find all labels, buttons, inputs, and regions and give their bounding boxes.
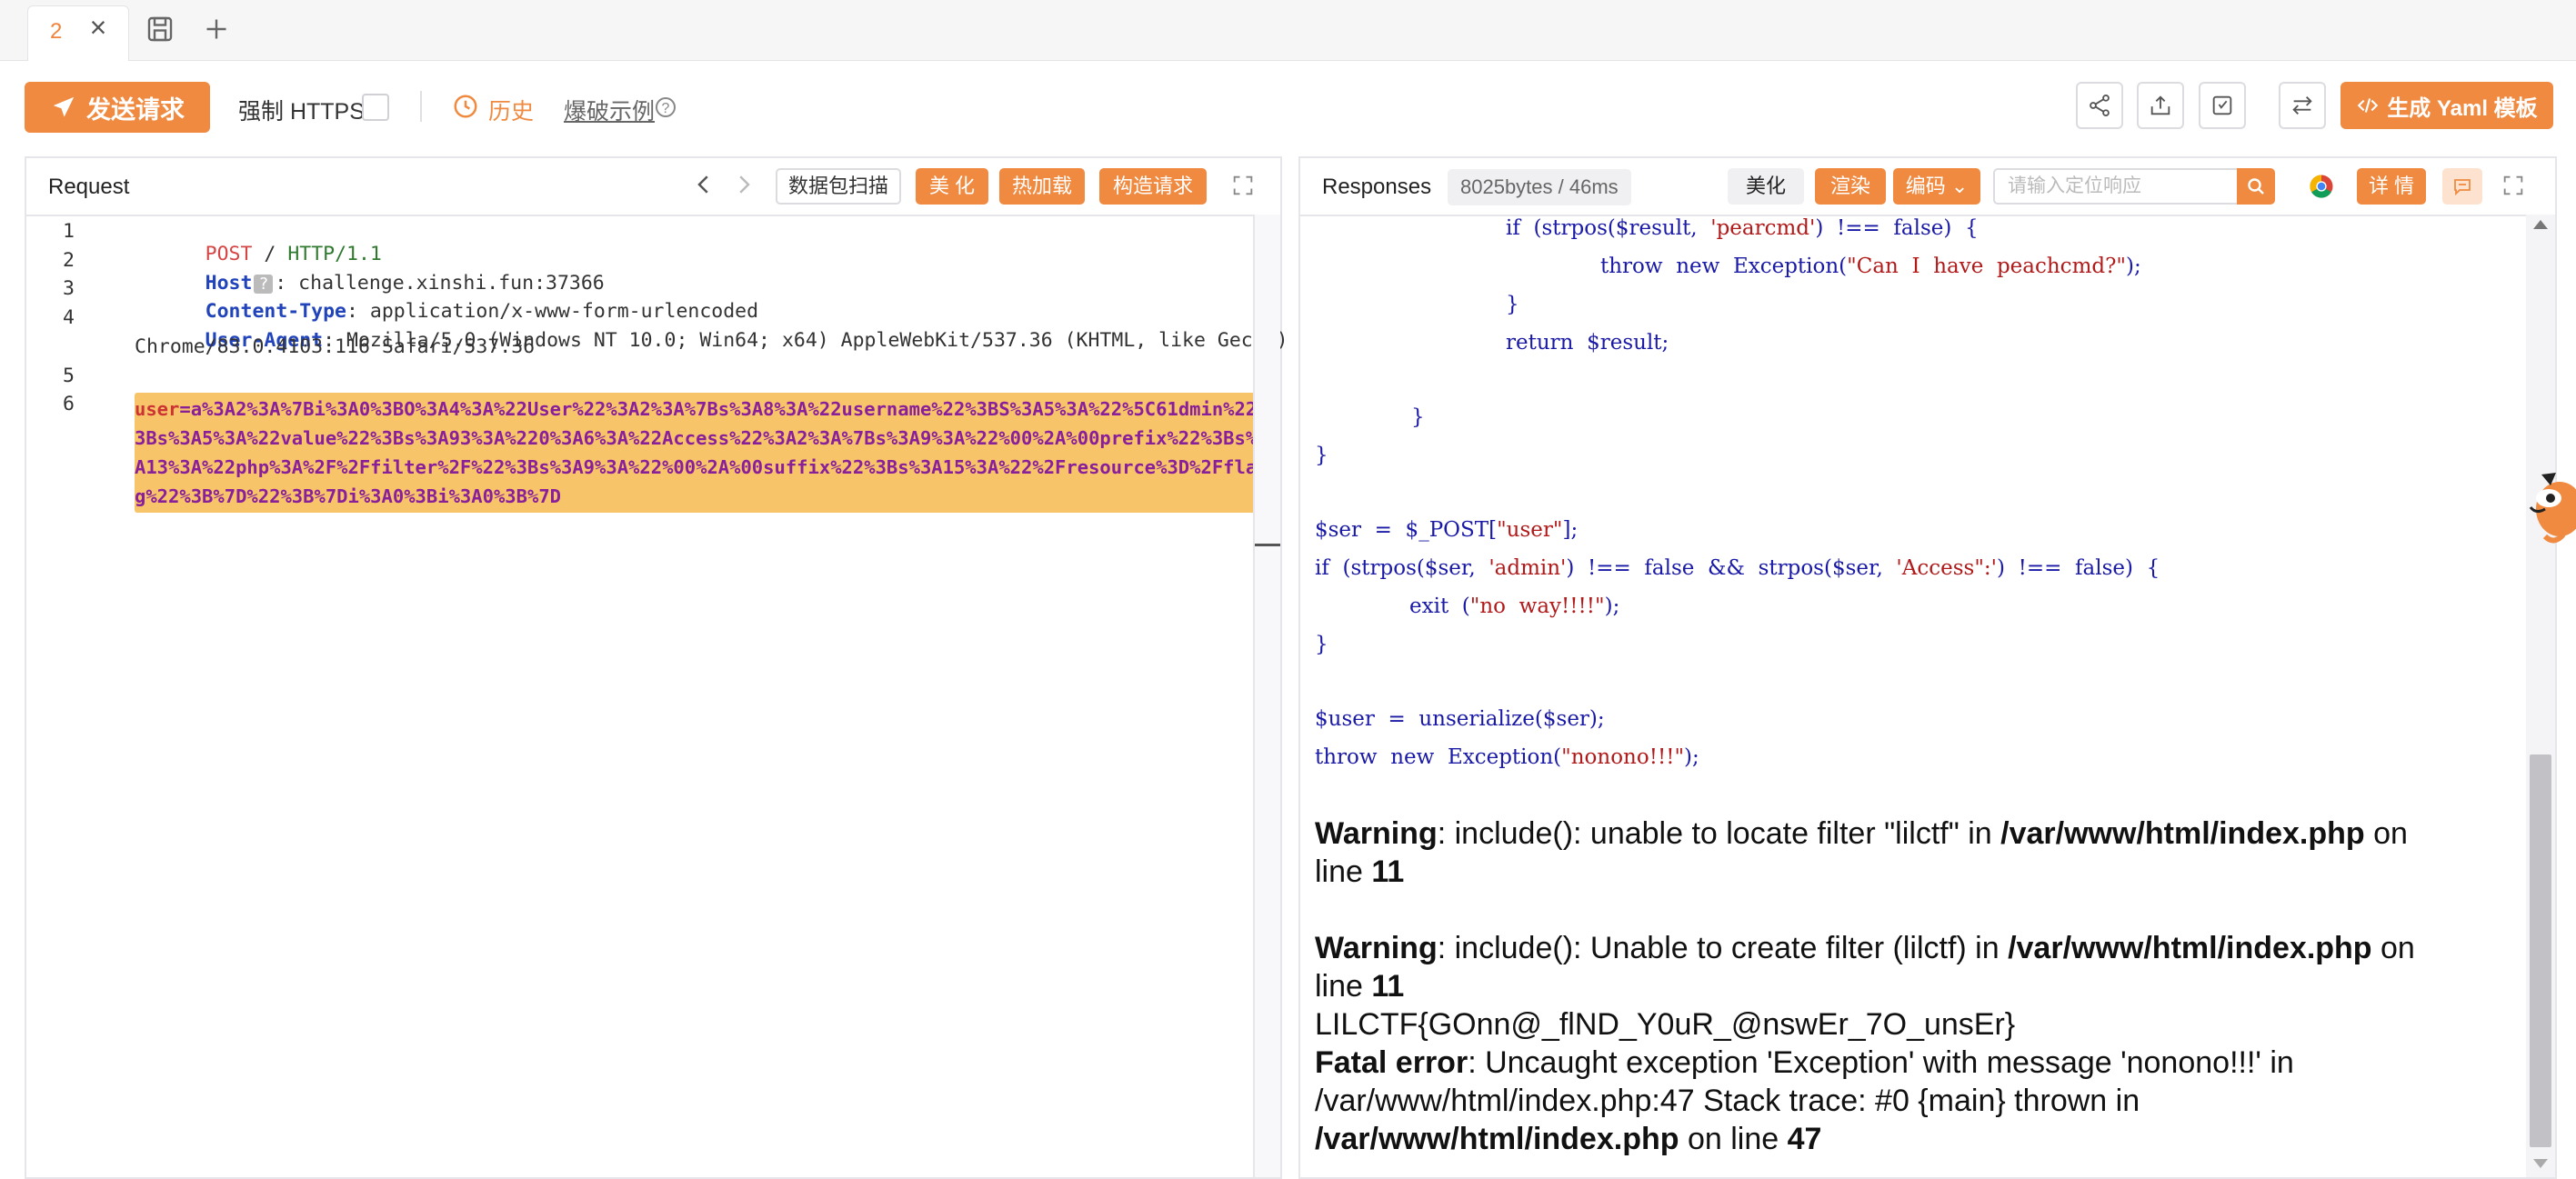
response-body: if (strpos($result, 'pearcmd') !== false… [1315,215,2524,1177]
packet-scan-button[interactable]: 数据包扫描 [776,168,902,205]
save-icon[interactable] [144,13,176,45]
share-button[interactable] [2076,82,2123,129]
import-button[interactable] [2199,82,2246,129]
response-title: Responses [1322,175,1432,199]
history-icon[interactable] [452,93,479,120]
help-icon[interactable]: ? [656,97,676,117]
scroll-up-icon[interactable] [2533,220,2548,229]
comment-icon [2454,179,2471,196]
generate-yaml-button[interactable]: 生成 Yaml 模板 [2340,82,2553,129]
source-line: if (strpos($result, 'pearcmd') !== false… [1506,216,1979,240]
request-body: user=a%3A2%3A%7Bi%3A0%3BO%3A4%3A%22User%… [135,393,1276,513]
search-button[interactable] [2237,168,2275,205]
force-https-checkbox[interactable] [362,94,389,121]
upload-icon [2150,95,2170,115]
scrollbar-thumb[interactable] [2530,754,2551,1147]
scroll-down-icon[interactable] [2533,1159,2548,1168]
tab-strip: 2 × [0,0,2576,61]
send-request-button[interactable]: 发送请求 [25,82,210,133]
comment-button[interactable] [2442,168,2482,205]
source-line: } [1315,444,1328,467]
request-title: Request [48,175,130,199]
response-scrollbar[interactable] [2526,215,2555,1177]
hotload-button[interactable]: 热加载 [999,168,1085,205]
request-header: Request 数据包扫描 美 化 热加载 构造请求 [26,158,1280,216]
brute-examples-link[interactable]: 爆破示例 [564,94,655,126]
search-icon [2248,178,2264,195]
source-line: throw new Exception("nonono!!!"); [1315,745,1699,769]
encoding-label: 编码 [1905,175,1946,197]
source-line: exit ("no way!!!!"); [1409,594,1620,618]
chevron-down-icon: ⌄ [1950,175,1969,197]
line-number: 3 [63,277,75,300]
body-param-value: =a%3A2%3A%7Bi%3A0%3BO%3A4%3A%22User%22%3… [135,398,1268,507]
render-button[interactable]: 渲染 [1815,168,1886,205]
source-line: } [1411,405,1425,429]
add-tab-icon[interactable] [200,13,233,45]
construct-request-button[interactable]: 构造请求 [1099,168,1207,205]
source-line: $ser = $_POST["user"]; [1315,518,1579,542]
chrome-icon[interactable] [2308,173,2335,200]
history-link[interactable]: 历史 [488,94,534,126]
share-icon [2090,94,2110,117]
force-https-label: 强制 HTTPS [238,99,365,125]
encoding-dropdown[interactable]: 编码 ⌄ [1893,168,1980,205]
flag-text: LILCTF{GOnn@_flND_Y0uR_@nswEr_7O_unsEr} [1315,1007,2016,1042]
close-icon[interactable]: × [83,12,114,43]
response-beautify-button[interactable]: 美化 [1728,168,1804,205]
tab-number: 2 [50,19,63,44]
chevron-left-icon[interactable] [690,171,717,198]
send-request-label: 发送请求 [86,95,185,124]
source-line: return $result; [1506,331,1669,355]
user-agent-continuation: Chrome/83.0.4103.116 Safari/537.36 [135,335,536,358]
line-number: 5 [63,365,75,387]
body-param-key: user [135,398,180,420]
response-header: Responses 8025bytes / 46ms 美化 渲染 编码 ⌄ 请输… [1300,158,2555,216]
chevron-right-icon[interactable] [730,171,757,198]
request-scrollbar[interactable] [1253,215,1280,1177]
request-panel: Request 数据包扫描 美 化 热加载 构造请求 1 2 3 4 5 6 P… [25,156,1288,1179]
generate-yaml-label: 生成 Yaml 模板 [2387,95,2538,121]
toolbar-divider [420,91,422,122]
php-fatal-error: Fatal error: Uncaught exception 'Excepti… [1315,1045,2294,1156]
code-icon [2358,98,2379,113]
source-line: } [1506,293,1519,316]
line-number: 2 [63,249,75,272]
line-number: 4 [63,306,75,329]
mascot-icon[interactable] [2523,464,2576,547]
send-icon [53,96,75,117]
request-beautify-button[interactable]: 美 化 [916,168,988,205]
php-warning: Warning: include(): unable to locate fil… [1315,816,2408,889]
expand-icon[interactable] [2501,173,2526,198]
response-size-badge: 8025bytes / 46ms [1448,169,1631,205]
scroll-marker [1255,544,1280,546]
source-line: if (strpos($ser, 'admin') !== false && s… [1315,556,2160,580]
source-line: } [1315,633,1328,656]
source-line: $user = unserialize($ser); [1315,707,1605,731]
response-panel: Responses 8025bytes / 46ms 美化 渲染 编码 ⌄ 请输… [1298,156,2557,1179]
line-number: 6 [63,393,75,415]
expand-icon[interactable] [1230,173,1256,198]
tab-request-2[interactable]: 2 × [27,5,129,61]
line-number: 1 [63,220,75,243]
swap-button[interactable] [2279,82,2326,129]
source-line: throw new Exception("Can I have peachcmd… [1600,255,2141,278]
import-icon [2212,95,2232,115]
php-warning: Warning: include(): Unable to create fil… [1315,931,2415,1004]
export-button[interactable] [2137,82,2184,129]
detail-button[interactable]: 详 情 [2357,168,2426,205]
swap-icon [2292,96,2312,115]
locate-response-input[interactable]: 请输入定位响应 [1993,168,2239,205]
request-editor[interactable]: 1 2 3 4 5 6 POST / HTTP/1.1 Host?: chall… [26,215,1288,1177]
